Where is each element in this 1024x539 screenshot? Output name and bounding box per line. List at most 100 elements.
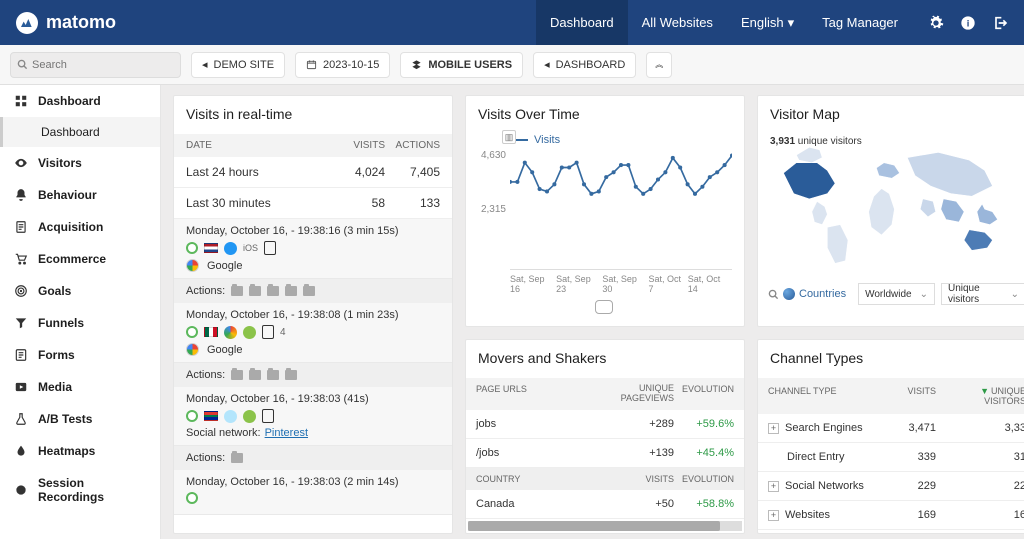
movers-title: Movers and Shakers [466, 340, 744, 378]
referrer: Social network: Pinterest [186, 427, 440, 439]
channel-title: Channel Types [758, 340, 1024, 378]
sidebar-item-acquisition[interactable]: Acquisition [0, 211, 160, 243]
visitor-icon [186, 410, 198, 422]
sidebar-item-behaviour[interactable]: Behaviour [0, 179, 160, 211]
sidebar-subitem[interactable]: Dashboard [0, 117, 160, 147]
chart-area[interactable]: 4,630 2,315 [510, 150, 732, 270]
funnel-icon [14, 316, 28, 330]
form-icon [14, 348, 28, 362]
realtime-summary-row: Last 30 minutes58133 [174, 188, 452, 219]
sidebar-item-ecommerce[interactable]: Ecommerce [0, 243, 160, 275]
sidebar-item-label: Forms [38, 348, 75, 362]
os-label: iOS [243, 243, 258, 253]
folder-icon[interactable] [285, 286, 297, 296]
folder-icon[interactable] [231, 453, 243, 463]
sidebar-item-session-recordings[interactable]: Session Recordings [0, 467, 160, 513]
nav-language[interactable]: English▾ [727, 0, 808, 45]
info-icon[interactable]: i [960, 15, 976, 31]
collapse-button[interactable]: ︽ [646, 52, 672, 78]
movers-card: Movers and Shakers PAGE URLS UNIQUE PAGE… [465, 339, 745, 534]
nav-tag-manager[interactable]: Tag Manager [808, 0, 912, 45]
visit-time: Monday, October 16, - 19:38:03 (41s) [186, 393, 440, 405]
device-icon [262, 409, 274, 423]
movers-row[interactable]: /jobs+139+45.4% [466, 439, 744, 468]
sidebar-item-label: A/B Tests [38, 412, 92, 426]
folder-icon[interactable] [249, 286, 261, 296]
expand-icon[interactable]: + [768, 481, 779, 492]
movers-header-pages: PAGE URLS UNIQUE PAGEVIEWS EVOLUTION [466, 378, 744, 410]
map-region-select[interactable]: Worldwide⌄ [858, 283, 935, 305]
sidebar-item-a-b-tests[interactable]: A/B Tests [0, 403, 160, 435]
date-selector[interactable]: 2023-10-15 [295, 52, 390, 78]
realtime-visit[interactable]: Monday, October 16, - 19:38:08 (1 min 23… [174, 303, 452, 363]
folder-icon[interactable] [303, 286, 315, 296]
sidebar-item-media[interactable]: Media [0, 371, 160, 403]
line-chart [510, 150, 732, 261]
sidebar-item-forms[interactable]: Forms [0, 339, 160, 371]
sidebar-item-label: Session Recordings [38, 476, 146, 504]
world-map[interactable] [768, 134, 1024, 274]
site-selector[interactable]: ◂DEMO SITE [191, 52, 285, 78]
visit-time: Monday, October 16, - 19:38:16 (3 min 15… [186, 225, 440, 237]
cart-icon [14, 252, 28, 266]
map-caption: 3,931 unique visitors [770, 136, 862, 147]
sidebar-item-label: Goals [38, 284, 71, 298]
movers-row[interactable]: Canada+50+58.8% [466, 490, 744, 519]
realtime-visit[interactable]: Monday, October 16, - 19:38:16 (3 min 15… [174, 219, 452, 279]
sidebar-item-heatmaps[interactable]: Heatmaps [0, 435, 160, 467]
sidebar-item-visitors[interactable]: Visitors [0, 147, 160, 179]
nav-dashboard[interactable]: Dashboard [536, 0, 628, 45]
nav-all-websites[interactable]: All Websites [628, 0, 727, 45]
sidebar-item-label: Media [38, 380, 72, 394]
logout-icon[interactable] [992, 15, 1008, 31]
segment-selector[interactable]: MOBILE USERS [400, 52, 523, 78]
sidebar-item-funnels[interactable]: Funnels [0, 307, 160, 339]
sort-desc-icon[interactable]: ▼ [980, 386, 989, 396]
brand-logo[interactable]: matomo [0, 12, 132, 34]
channel-row[interactable]: +Social Networks22922 [758, 472, 1024, 501]
flask-icon [14, 412, 28, 426]
global-search[interactable] [10, 52, 181, 78]
folder-icon[interactable] [231, 370, 243, 380]
realtime-visit[interactable]: Monday, October 16, - 19:38:03 (41s) Soci… [174, 387, 452, 446]
search-input[interactable] [32, 59, 174, 71]
folder-icon[interactable] [285, 370, 297, 380]
movers-row[interactable]: jobs+289+59.6% [466, 410, 744, 439]
action-count: 4 [280, 327, 286, 338]
svg-text:i: i [967, 18, 970, 28]
realtime-header: DATEVISITSACTIONS [174, 134, 452, 157]
sidebar-item-label: Ecommerce [38, 252, 106, 266]
annotation-icon[interactable] [595, 300, 613, 314]
referrer-link[interactable]: Pinterest [265, 427, 308, 439]
sidebar-item-goals[interactable]: Goals [0, 275, 160, 307]
sidebar-item-dashboard[interactable]: Dashboard [0, 85, 160, 117]
folder-icon[interactable] [267, 286, 279, 296]
sidebar-item-label: Heatmaps [38, 444, 95, 458]
channel-row[interactable]: Direct Entry33931 [758, 443, 1024, 472]
expand-icon[interactable]: + [768, 423, 779, 434]
channel-header: CHANNEL TYPE VISITS ▼UNIQUE VISITORS [758, 378, 1024, 414]
folder-icon[interactable] [267, 370, 279, 380]
realtime-visit[interactable]: Monday, October 16, - 19:38:03 (2 min 14… [174, 470, 452, 515]
folder-icon[interactable] [231, 286, 243, 296]
vot-title: Visits Over Time [466, 96, 744, 134]
gear-icon[interactable] [928, 15, 944, 31]
dashboard-selector[interactable]: ◂DASHBOARD [533, 52, 636, 78]
chart-metric-picker[interactable]: ▥ [502, 130, 516, 144]
chart-legend: Visits [478, 134, 732, 150]
visits-over-time-card: Visits Over Time ▥ Visits 4,630 2,315 Sa… [465, 95, 745, 327]
channel-row[interactable]: +Websites16916 [758, 501, 1024, 530]
eye-icon [14, 156, 28, 170]
map-metric-select[interactable]: Unique visitors⌄ [941, 283, 1024, 305]
browser-icon [224, 242, 237, 255]
search-icon [768, 289, 779, 300]
toolbar: ◂DEMO SITE 2023-10-15 MOBILE USERS ◂DASH… [0, 45, 1024, 85]
map-breadcrumb[interactable]: Countries [768, 288, 846, 300]
chevron-down-icon: ⌄ [920, 289, 928, 300]
folder-icon[interactable] [249, 370, 261, 380]
channel-row[interactable]: +Search Engines3,4713,33 [758, 414, 1024, 443]
expand-icon[interactable]: + [768, 510, 779, 521]
device-icon [264, 241, 276, 255]
os-icon [243, 326, 256, 339]
horizontal-scrollbar[interactable] [468, 521, 742, 531]
